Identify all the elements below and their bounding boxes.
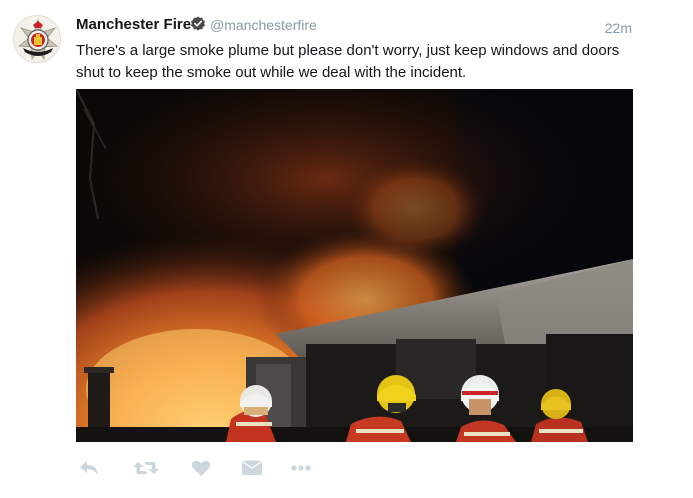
tweet-actions [76, 456, 376, 482]
heart-icon [191, 460, 211, 476]
retweet-button[interactable] [132, 456, 160, 480]
verified-badge-icon [191, 16, 205, 31]
direct-message-button[interactable] [240, 456, 264, 480]
direct-message-icon [242, 460, 262, 475]
reply-button[interactable] [78, 456, 100, 480]
tweet: Manchester Fire @manchesterfire 22m Ther… [0, 0, 693, 498]
more-dots-icon [291, 465, 311, 471]
author-handle[interactable]: @manchesterfire [210, 17, 317, 33]
avatar[interactable] [13, 15, 61, 63]
fire-scene-image [76, 89, 633, 442]
author-name[interactable]: Manchester Fire [76, 16, 191, 33]
tweet-photo[interactable] [76, 89, 633, 442]
tweet-timestamp[interactable]: 22m [605, 20, 632, 36]
fire-service-crest-icon [17, 18, 59, 61]
more-button[interactable] [290, 456, 312, 480]
tweet-header: Manchester Fire @manchesterfire 22m [76, 15, 636, 37]
tweet-text: There's a large smoke plume but please d… [76, 42, 620, 81]
like-button[interactable] [190, 456, 212, 480]
reply-icon [80, 461, 98, 475]
retweet-icon [133, 462, 159, 474]
